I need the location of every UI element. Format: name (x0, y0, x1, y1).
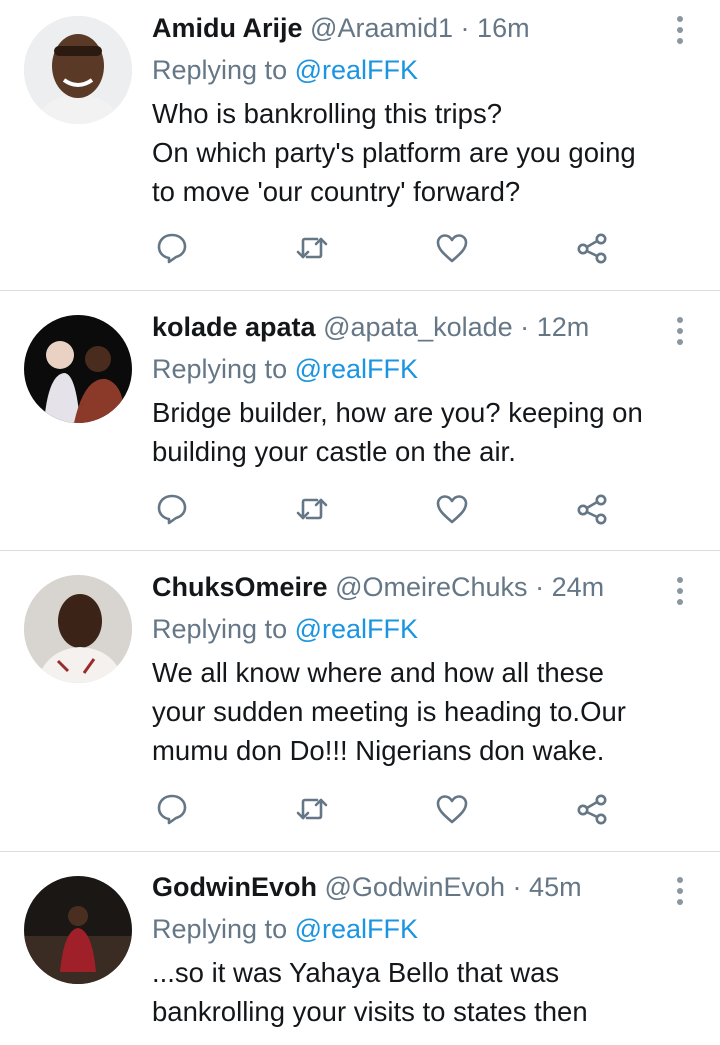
separator: · (520, 312, 530, 342)
author-handle[interactable]: @Araamid1 (310, 13, 453, 43)
timestamp[interactable]: 12m (537, 312, 590, 342)
tweet-text-line: Bridge builder, how are you? keeping on (152, 397, 643, 428)
separator: · (535, 572, 545, 602)
action-bar (152, 230, 622, 270)
action-bar (152, 491, 622, 531)
mention-link[interactable]: @realFFK (295, 354, 418, 384)
retweet-icon[interactable] (294, 230, 334, 270)
tweet-text: We all know where and how all these your… (152, 653, 650, 770)
like-icon[interactable] (434, 230, 474, 270)
reply-icon[interactable] (154, 791, 194, 831)
mention-link[interactable]: @realFFK (295, 914, 418, 944)
tweet-text-line: Who is bankrolling this trips? (152, 98, 503, 129)
tweet-text: Bridge builder, how are you? keeping on … (152, 393, 650, 471)
avatar[interactable] (24, 16, 132, 124)
replying-to-label: Replying to (152, 914, 288, 944)
author-name[interactable]: kolade apata (152, 312, 316, 342)
share-icon[interactable] (574, 791, 614, 831)
like-icon[interactable] (434, 791, 474, 831)
mention-link[interactable]: @realFFK (295, 614, 418, 644)
tweet-text-line: your sudden meeting is heading to.Our (152, 696, 626, 727)
tweet[interactable]: kolade apata @apata_kolade · 12m Replyin… (0, 291, 720, 551)
share-icon[interactable] (574, 230, 614, 270)
author-handle[interactable]: @OmeireChuks (335, 572, 527, 602)
avatar[interactable] (24, 575, 132, 683)
author-name[interactable]: ChuksOmeire (152, 572, 328, 602)
tweet-text-line: bankrolling your visits to states then (152, 996, 588, 1027)
retweet-icon[interactable] (294, 791, 334, 831)
action-bar (152, 791, 622, 831)
share-icon[interactable] (574, 491, 614, 531)
tweet-text-line: mumu don Do!!! Nigerians don wake. (152, 735, 605, 766)
tweet-text-line: We all know where and how all these (152, 657, 604, 688)
author-name[interactable]: GodwinEvoh (152, 872, 317, 902)
tweet-text: ...so it was Yahaya Bello that was bankr… (152, 953, 650, 1031)
tweet[interactable]: ChuksOmeire @OmeireChuks · 24m Replying … (0, 551, 720, 852)
reply-feed: Amidu Arije @Araamid1 · 16m Replying to … (0, 0, 720, 1045)
replying-to-label: Replying to (152, 354, 288, 384)
author-handle[interactable]: @apata_kolade (323, 312, 513, 342)
separator: · (460, 13, 470, 43)
more-options-icon[interactable] (676, 16, 684, 44)
author-name[interactable]: Amidu Arije (152, 13, 303, 43)
mention-link[interactable]: @realFFK (295, 55, 418, 85)
more-options-icon[interactable] (676, 877, 684, 905)
tweet-text-line: building your castle on the air. (152, 436, 516, 467)
replying-to-label: Replying to (152, 614, 288, 644)
replying-to-label: Replying to (152, 55, 288, 85)
tweet[interactable]: GodwinEvoh @GodwinEvoh · 45m Replying to… (0, 852, 720, 1045)
tweet-text-line: to move 'our country' forward? (152, 176, 521, 207)
separator: · (512, 872, 522, 902)
reply-icon[interactable] (154, 230, 194, 270)
like-icon[interactable] (434, 491, 474, 531)
timestamp[interactable]: 16m (477, 13, 530, 43)
author-handle[interactable]: @GodwinEvoh (325, 872, 506, 902)
reply-icon[interactable] (154, 491, 194, 531)
avatar[interactable] (24, 876, 132, 984)
timestamp[interactable]: 24m (552, 572, 605, 602)
tweet[interactable]: Amidu Arije @Araamid1 · 16m Replying to … (0, 0, 720, 291)
more-options-icon[interactable] (676, 577, 684, 605)
more-options-icon[interactable] (676, 317, 684, 345)
tweet-text-line: On which party's platform are you going (152, 137, 636, 168)
retweet-icon[interactable] (294, 491, 334, 531)
avatar[interactable] (24, 315, 132, 423)
timestamp[interactable]: 45m (529, 872, 582, 902)
tweet-text: Who is bankrolling this trips? On which … (152, 94, 650, 211)
tweet-text-line: ...so it was Yahaya Bello that was (152, 957, 560, 988)
